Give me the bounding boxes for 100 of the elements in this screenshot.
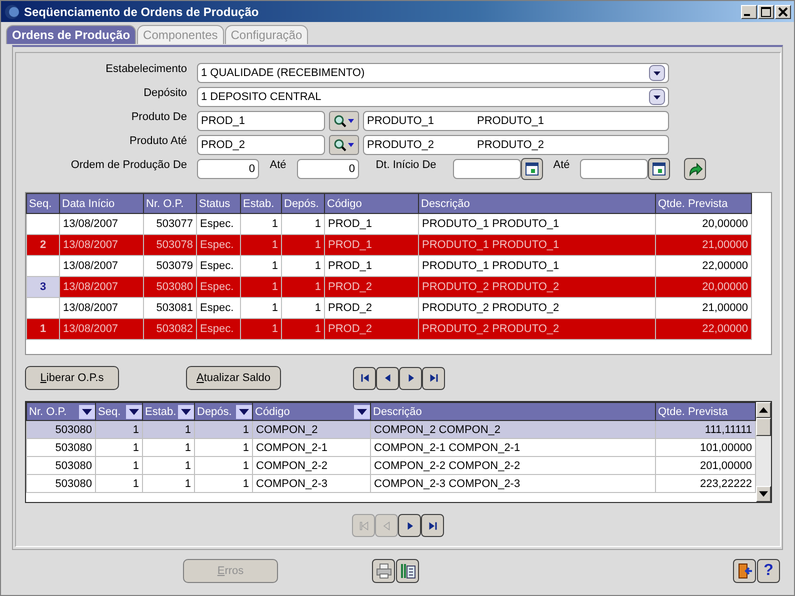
first-record-button[interactable] xyxy=(353,366,376,390)
search-button[interactable] xyxy=(329,111,359,131)
minimize-icon xyxy=(744,14,750,16)
table-cell: PROD_2 xyxy=(324,318,418,340)
next-record-button[interactable] xyxy=(398,514,421,537)
filter-icon[interactable] xyxy=(126,404,142,418)
exit-icon xyxy=(736,563,752,579)
calendar-button[interactable] xyxy=(521,158,543,180)
printer-icon xyxy=(376,563,392,579)
column-header[interactable]: Descrição xyxy=(370,402,656,420)
down-arrow-icon[interactable] xyxy=(759,491,768,497)
table-cell: Espec. xyxy=(196,276,240,298)
filter-icon[interactable] xyxy=(79,404,94,418)
column-header[interactable]: Código xyxy=(252,402,370,420)
app-icon xyxy=(4,4,20,20)
search-button[interactable] xyxy=(329,135,359,155)
print-button[interactable] xyxy=(372,559,395,583)
table-cell: 503080 xyxy=(144,276,196,298)
table-cell: 503080 xyxy=(26,474,96,492)
table-cell: COMPON_2-3 xyxy=(252,474,370,492)
column-header[interactable]: Depós. xyxy=(194,402,252,420)
dropdown-field[interactable]: 1 QUALIDADE (RECEBIMENTO) xyxy=(197,63,669,83)
window-title: Seqüenciamento de Ordens de Produção xyxy=(24,4,259,18)
table-cell: 1 xyxy=(282,234,324,256)
release-button[interactable]: Liberar O.P.s xyxy=(25,366,119,390)
column-header[interactable]: Data Início xyxy=(60,194,144,214)
last-record-button[interactable] xyxy=(421,514,444,537)
table-cell: PROD_1 xyxy=(324,234,418,256)
help-button[interactable]: ? xyxy=(757,559,780,583)
tab[interactable]: Componentes xyxy=(137,25,224,44)
column-header[interactable]: Nr. O.P. xyxy=(26,402,96,420)
table-cell: COMPON_2 xyxy=(252,420,370,438)
sequence-cell: 3 xyxy=(26,276,60,298)
calendar-icon xyxy=(525,162,539,176)
column-header[interactable]: Seq. xyxy=(26,194,60,214)
column-header[interactable]: Qtde. Prevista xyxy=(656,402,756,420)
date-field[interactable] xyxy=(453,159,521,179)
table-cell: 201,00000 xyxy=(656,456,756,474)
table-cell: 1 xyxy=(96,456,142,474)
maximize-button[interactable] xyxy=(758,4,774,18)
column-header[interactable]: Estab. xyxy=(240,194,282,214)
filter-icon[interactable] xyxy=(178,404,194,418)
product-name: PRODUTO_2 xyxy=(367,139,436,151)
table-cell: 13/08/2007 xyxy=(60,234,144,256)
input-field[interactable]: PROD_1 xyxy=(197,111,325,131)
scrollbar[interactable] xyxy=(756,402,771,502)
column-header[interactable]: Nr. O.P. xyxy=(144,194,196,214)
update-balance-button[interactable]: Atualizar Saldo xyxy=(186,366,281,390)
table-cell: 1 xyxy=(282,318,324,340)
column-header[interactable]: Seq. xyxy=(96,402,142,420)
triangle-icon xyxy=(358,520,370,532)
product-name: PRODUTO_1 xyxy=(367,115,436,127)
table-cell: 1 xyxy=(240,318,282,340)
dropdown-field[interactable]: 1 DEPOSITO CENTRAL xyxy=(197,87,669,107)
sequence-cell: 2 xyxy=(26,234,60,256)
apply-button[interactable] xyxy=(684,158,706,180)
minimize-button[interactable] xyxy=(741,4,757,18)
input-field[interactable]: 0 xyxy=(197,159,259,179)
filter-icon[interactable] xyxy=(354,404,370,418)
tab[interactable]: Configuração xyxy=(224,25,308,44)
filter-icon[interactable] xyxy=(236,404,252,418)
column-header[interactable]: Qtde. Prevista xyxy=(656,194,752,214)
date-field[interactable] xyxy=(580,159,648,179)
dropdown-icon xyxy=(649,89,665,105)
column-header[interactable]: Descrição xyxy=(418,194,656,214)
table-cell: Espec. xyxy=(196,318,240,340)
column-header[interactable]: Código xyxy=(324,194,418,214)
table-cell: 21,00000 xyxy=(656,234,752,256)
table-cell: COMPON_2-1 COMPON_2-1 xyxy=(370,438,656,456)
table-cell: 1 xyxy=(240,234,282,256)
prev-record-button[interactable] xyxy=(376,366,399,390)
next-record-button[interactable] xyxy=(399,366,422,390)
up-arrow-icon[interactable] xyxy=(759,407,768,413)
calendar-icon xyxy=(652,162,666,176)
table-cell: 111,11111 xyxy=(656,420,756,438)
tools-button[interactable] xyxy=(396,559,419,583)
column-header[interactable]: Estab. xyxy=(142,402,194,420)
input-field[interactable]: 0 xyxy=(297,159,359,179)
close-button[interactable] xyxy=(775,4,791,18)
table-cell: 1 xyxy=(96,438,142,456)
table-cell: 1 xyxy=(142,438,194,456)
tab[interactable]: Ordens de Produção xyxy=(6,25,136,44)
table-cell: PRODUTO_2 PRODUTO_2 xyxy=(418,276,656,298)
table-cell: 503080 xyxy=(26,420,96,438)
table-cell: COMPON_2 COMPON_2 xyxy=(370,420,656,438)
table-cell: COMPON_2-1 xyxy=(252,438,370,456)
product-description: PRODUTO_2 xyxy=(477,139,544,151)
exit-button[interactable] xyxy=(733,559,756,583)
triangle-icon xyxy=(358,372,370,384)
table-cell: 1 xyxy=(240,276,282,298)
triangle-icon xyxy=(428,372,440,384)
column-header[interactable]: Status xyxy=(196,194,240,214)
last-record-button[interactable] xyxy=(422,366,445,390)
table-cell: 13/08/2007 xyxy=(60,318,144,340)
input-field[interactable]: PROD_2 xyxy=(197,135,325,155)
scroll-thumb[interactable] xyxy=(756,418,771,436)
table-cell: 1 xyxy=(194,474,252,492)
column-header[interactable]: Depós. xyxy=(282,194,324,214)
calendar-button[interactable] xyxy=(648,158,670,180)
table-cell: 503080 xyxy=(26,456,96,474)
